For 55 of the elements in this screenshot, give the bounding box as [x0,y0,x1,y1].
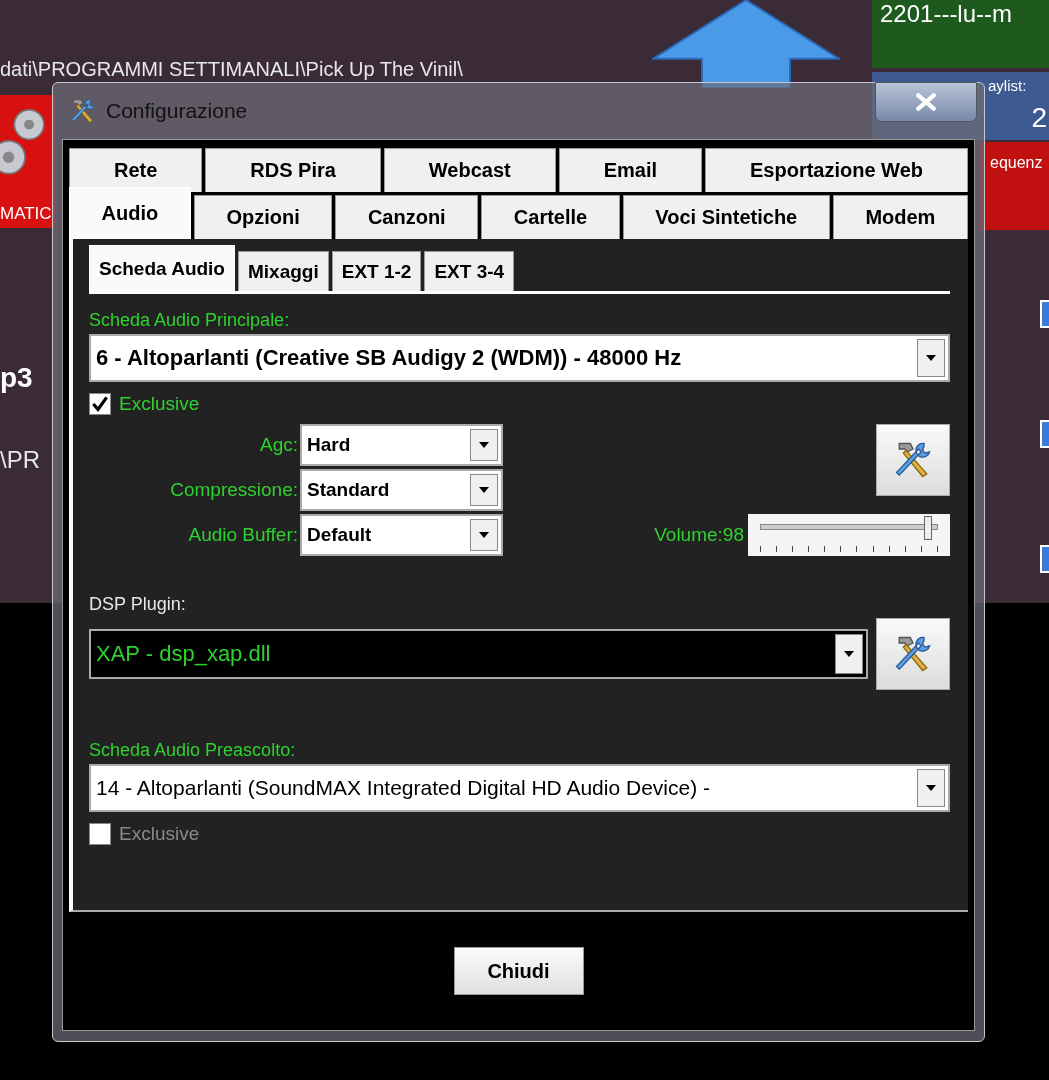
dropdown[interactable]: XAP - dsp_xap.dll [89,629,868,679]
tab[interactable]: Webcast [383,148,556,192]
close-button[interactable] [875,82,977,122]
panel-label: MATIC [0,204,52,224]
tab[interactable]: Email [558,148,702,192]
tab[interactable]: Modem [832,195,968,239]
caret-icon [926,785,936,791]
tab[interactable]: RDS Pira [205,148,381,192]
tab[interactable]: Scheda Audio [89,245,235,291]
volume-label: Volume:98 [654,524,744,546]
dropdown[interactable]: Default [300,514,503,556]
field-label: Audio Buffer: [187,524,299,546]
checkbox[interactable] [89,393,111,415]
tab[interactable]: Rete [69,148,203,192]
tab[interactable]: EXT 3-4 [424,251,515,291]
playlist-value: 2 [1031,102,1047,134]
playlist-label: aylist: [988,77,1027,94]
tab[interactable]: Voci Sintetiche [622,195,830,239]
window-title: Configurazione [106,99,248,123]
field-label: DSP Plugin: [89,594,187,616]
checkbox-label: Exclusive [119,823,200,845]
caret-icon [479,487,489,493]
caret-icon [479,442,489,448]
tab[interactable]: Mixaggi [238,251,329,291]
field-label: Scheda Audio Principale: [89,310,291,332]
field-label: Compressione: [169,479,299,501]
caret-icon [844,651,854,657]
volume-slider[interactable] [748,514,950,556]
tools-button[interactable] [876,618,950,690]
field-label: Agc: [258,434,299,456]
checkbox[interactable] [89,823,111,845]
file-path-text: dati\PROGRAMMI SETTIMANALI\Pick Up The Vinil\ [0,58,463,81]
dropdown[interactable]: Standard [300,469,503,511]
caret-icon [926,355,936,361]
checkbox-label: Exclusive [119,393,200,415]
checkmark-icon [92,396,108,412]
tab[interactable]: Esportazione Web [705,148,968,192]
dropdown[interactable]: Hard [300,424,503,466]
caret-icon [479,532,489,538]
dropdown[interactable]: 6 - Altoparlanti (Creative SB Audigy 2 (WDM)) - 48000 Hz [89,334,950,382]
tab[interactable]: Cartelle [481,195,620,239]
tools-button[interactable] [876,424,950,496]
track-name-text: p3 [0,362,33,394]
close-button[interactable]: Chiudi [453,947,584,995]
playlist-title-panel: 2201---lu--m [872,0,1049,68]
dropdown[interactable]: 14 - Altoparlanti (SoundMAX Integrated Digital HD Audio Device) - [89,764,950,812]
tab[interactable]: Opzioni [193,195,333,239]
tab[interactable]: EXT 1-2 [331,251,422,291]
track-path-text: \PR [0,446,40,474]
tab[interactable]: Audio [69,187,191,239]
field-label: Scheda Audio Preascolto: [89,740,297,762]
close-icon [915,93,937,111]
tab[interactable]: Canzoni [335,195,479,239]
slider-thumb[interactable] [924,516,933,540]
tools-icon [68,96,98,126]
